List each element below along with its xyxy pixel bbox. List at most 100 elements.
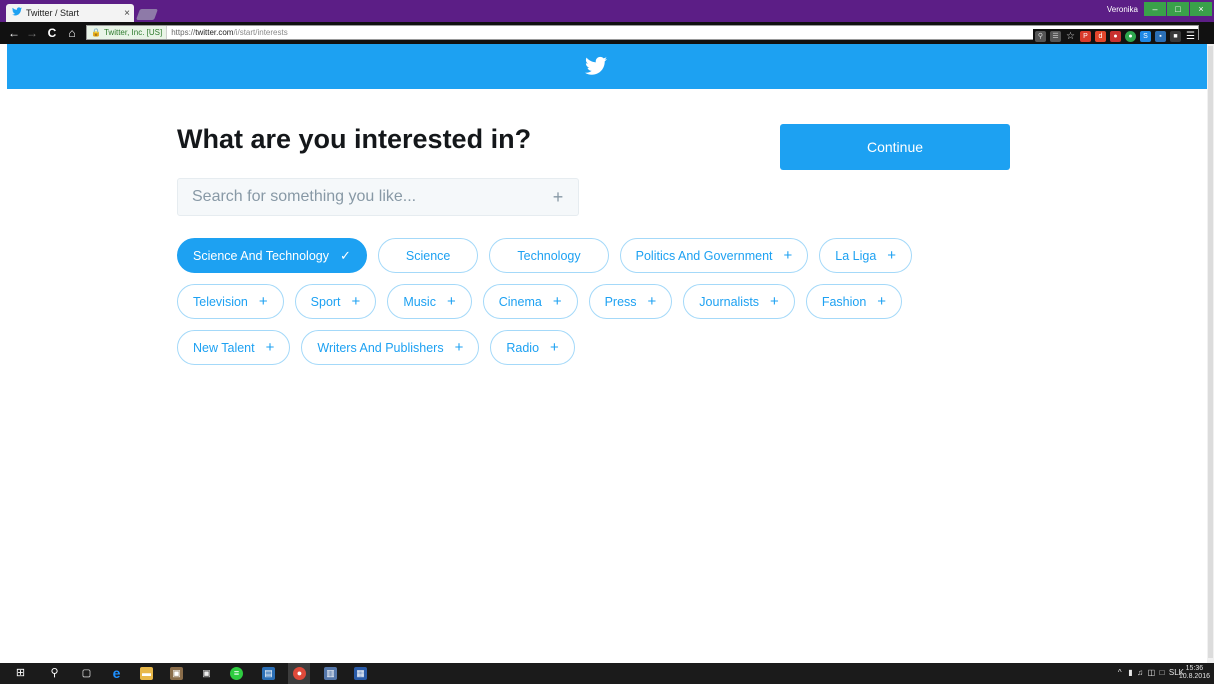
plus-icon: + (265, 339, 275, 356)
chip-sport[interactable]: Sport + (294, 284, 377, 319)
edge-browser-icon[interactable]: e (110, 666, 123, 680)
new-tab-button[interactable] (135, 9, 159, 20)
chip-label: Technology (517, 248, 581, 263)
skype-extension-icon[interactable]: S (1140, 31, 1151, 42)
chip-label: Cinema (498, 294, 542, 309)
tab-close-icon[interactable]: × (120, 8, 134, 19)
chip-music[interactable]: Music + (387, 284, 472, 319)
chip-politics-and-government[interactable]: Politics And Government + (619, 238, 809, 273)
adblock-extension-icon[interactable]: ● (1110, 31, 1121, 42)
blue-extension-icon[interactable]: ▪ (1155, 31, 1166, 42)
window-user-name[interactable]: Veronika (1107, 5, 1138, 14)
pinterest-extension-icon[interactable]: P (1080, 31, 1091, 42)
plus-icon: + (552, 293, 562, 310)
browser-tab[interactable]: Twitter / Start × (6, 4, 134, 22)
app-icon-blue[interactable]: ▤ (262, 667, 275, 680)
volume-icon[interactable]: ♫ (1137, 668, 1143, 677)
continue-button[interactable]: Continue (780, 124, 1010, 170)
file-explorer-icon[interactable]: ▬ (140, 667, 153, 680)
scrollbar-thumb[interactable] (1208, 46, 1213, 658)
interest-search-input[interactable] (178, 179, 538, 215)
windows-taskbar: ⊞ ⚲ ▢ e ▬ ▣ ▣ ≡ ▤ ● ▥ ▦ ^ ▮ ♫ ◫ □ SLK 15… (0, 663, 1214, 684)
url-path: /i/start/interests (233, 28, 288, 37)
bookmark-star-icon[interactable]: ☆ (1065, 31, 1076, 42)
add-interest-plus-icon[interactable]: + (538, 187, 578, 208)
extension-icons: ⚲ ☰ ☆ P d ● ● S ▪ ■ ☰ (1033, 29, 1198, 44)
ssl-indicator[interactable]: 🔒 Twitter, Inc. [US] (87, 26, 168, 39)
app-icon-brown[interactable]: ▣ (170, 667, 183, 680)
chip-la-liga[interactable]: La Liga + (819, 238, 913, 273)
red-extension-icon[interactable]: d (1095, 31, 1106, 42)
chip-row-1: Science And Technology ✓ Science Technol… (177, 238, 913, 273)
back-arrow-icon[interactable]: ← (6, 25, 22, 41)
chip-label: Television (193, 294, 248, 309)
lock-icon: 🔒 (91, 28, 101, 37)
app-icon-window[interactable]: ▥ (324, 667, 337, 680)
search-icon[interactable]: ⚲ (48, 667, 61, 680)
chip-technology[interactable]: Technology (489, 238, 609, 273)
app-icon-dark-blue[interactable]: ▦ (354, 667, 367, 680)
chip-radio[interactable]: Radio + (490, 330, 575, 365)
chip-press[interactable]: Press + (588, 284, 673, 319)
chip-journalists[interactable]: Journalists + (683, 284, 795, 319)
chip-new-talent[interactable]: New Talent + (177, 330, 291, 365)
square-extension-icon[interactable]: ■ (1170, 31, 1181, 42)
plus-icon: + (783, 247, 793, 264)
close-window-button[interactable]: × (1190, 2, 1212, 16)
chrome-icon[interactable]: ● (293, 667, 306, 680)
plus-icon: + (887, 247, 897, 264)
screen: Twitter / Start × Veronika – □ × ← → C ⌂… (0, 0, 1214, 684)
chip-label: Science (405, 248, 451, 263)
interest-search-box: + (177, 178, 579, 216)
home-icon[interactable]: ⌂ (64, 25, 80, 41)
url-scheme: https:// (171, 28, 196, 37)
spotify-icon[interactable]: ≡ (230, 667, 243, 680)
translate-icon[interactable]: ☰ (1050, 31, 1061, 42)
plus-icon: + (258, 293, 268, 310)
taskbar-clock[interactable]: 15:36 10.8.2016 (1179, 665, 1210, 681)
chip-cinema[interactable]: Cinema + (482, 284, 578, 319)
maximize-button[interactable]: □ (1167, 2, 1189, 16)
twitter-bird-icon[interactable] (585, 56, 607, 76)
browser-titlebar: Twitter / Start × Veronika – □ × (0, 0, 1214, 22)
chip-label: Fashion (821, 294, 867, 309)
chip-science-and-technology[interactable]: Science And Technology ✓ (177, 238, 367, 273)
forward-arrow-icon[interactable]: → (24, 25, 40, 41)
plus-icon: + (550, 339, 559, 356)
reload-icon[interactable]: C (44, 25, 60, 41)
chip-writers-and-publishers[interactable]: Writers And Publishers + (301, 330, 480, 365)
chip-label: Music (403, 294, 436, 309)
chip-fashion[interactable]: Fashion + (805, 284, 903, 319)
tray-chevron-icon[interactable]: ^ (1118, 668, 1122, 677)
plus-icon: + (454, 339, 464, 356)
plus-icon: + (351, 293, 361, 310)
windows-start-icon[interactable]: ⊞ (14, 667, 27, 680)
green-extension-icon[interactable]: ● (1125, 31, 1136, 42)
twitter-favicon-icon (12, 7, 22, 19)
network-icon[interactable]: ▮ (1128, 668, 1132, 677)
chip-label: Writers And Publishers (317, 340, 444, 355)
chip-label: Journalists (699, 294, 760, 309)
plus-icon: + (877, 293, 887, 310)
twitter-header-bar (7, 44, 1207, 89)
browser-toolbar: ← → C ⌂ 🔒 Twitter, Inc. [US] https:// tw… (0, 22, 1214, 44)
store-icon[interactable]: ▣ (200, 667, 213, 680)
battery-icon[interactable]: ◫ (1148, 668, 1156, 677)
chip-label: New Talent (193, 340, 255, 355)
plus-icon: + (446, 293, 456, 310)
task-view-icon[interactable]: ▢ (80, 667, 93, 680)
chip-label: Press (604, 294, 637, 309)
checkmark-icon: ✓ (339, 248, 351, 263)
system-tray: ^ ▮ ♫ ◫ □ SLK (1118, 668, 1184, 677)
window-controls: – □ × (1144, 2, 1212, 16)
notification-icon[interactable]: □ (1160, 668, 1165, 677)
menu-icon[interactable]: ☰ (1185, 31, 1196, 42)
zoom-icon[interactable]: ⚲ (1035, 31, 1046, 42)
chip-television[interactable]: Television + (177, 284, 284, 319)
address-bar[interactable]: 🔒 Twitter, Inc. [US] https:// twitter.co… (86, 25, 1199, 44)
minimize-button[interactable]: – (1144, 2, 1166, 16)
chip-label: Radio (506, 340, 540, 355)
chip-science[interactable]: Science (377, 238, 479, 273)
plus-icon: + (647, 293, 657, 310)
page-scrollbar[interactable] (1207, 44, 1214, 663)
